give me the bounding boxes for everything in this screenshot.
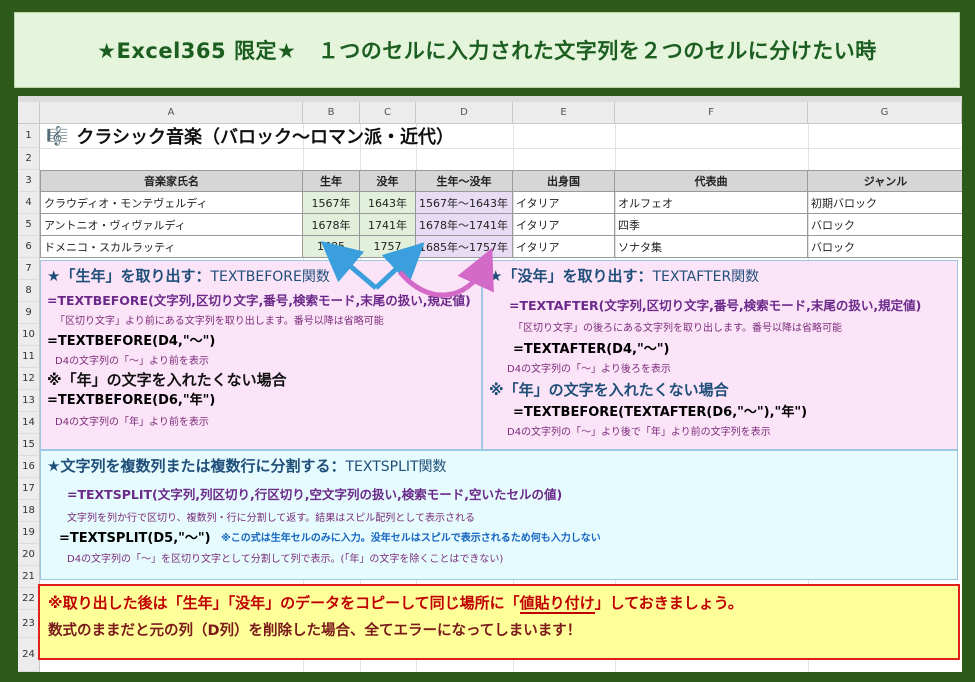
table-cell[interactable]: 1685年〜1757年: [416, 236, 513, 258]
row-header[interactable]: 17: [18, 478, 40, 500]
row-header[interactable]: 15: [18, 434, 40, 456]
textafter-formula-2: =TEXTBEFORE(TEXTAFTER(D6,"〜"),"年"): [513, 405, 808, 420]
row-header[interactable]: 10: [18, 324, 40, 346]
row-header[interactable]: 12: [18, 368, 40, 390]
select-all-corner[interactable]: [18, 102, 40, 124]
row-header[interactable]: 18: [18, 500, 40, 522]
column-header-c[interactable]: C: [360, 102, 416, 124]
textbefore-note: 「区切り文字」より前にある文字列を取り出します。番号以降は省略可能: [55, 316, 384, 327]
row-header[interactable]: 23: [18, 610, 40, 638]
sheet-title-text: クラシック音楽（バロック〜ロマン派・近代）: [76, 127, 455, 148]
header-cell-death[interactable]: 没年: [360, 170, 416, 192]
textbefore-formula-1: =TEXTBEFORE(D4,"〜"): [47, 334, 216, 349]
column-header-b[interactable]: B: [303, 102, 360, 124]
table-cell[interactable]: バロック: [808, 214, 962, 236]
textsplit-formula: =TEXTSPLIT(D5,"〜"): [59, 531, 211, 546]
textbefore-syntax: =TEXTBEFORE(文字列,区切り文字,番号,検索モード,末尾の扱い,規定値…: [47, 293, 471, 308]
header-cell-lifespan[interactable]: 生年〜没年: [416, 170, 513, 192]
textafter-heading: ★「没年」を取り出す：TEXTAFTER関数: [489, 267, 760, 285]
table-cell[interactable]: 1567年: [303, 192, 360, 214]
table-cell[interactable]: バロック: [808, 236, 962, 258]
table-cell[interactable]: クラウディオ・モンテヴェルディ: [40, 192, 303, 214]
table-cell[interactable]: 1678年〜1741年: [416, 214, 513, 236]
row-header[interactable]: 22: [18, 588, 40, 610]
table-cell[interactable]: 1643年: [360, 192, 416, 214]
table-cell[interactable]: 初期バロック: [808, 192, 962, 214]
column-header-f[interactable]: F: [615, 102, 808, 124]
warning-line-2: 数式のままだと元の列（D列）を削除した場合、全てエラーになってしまいます！: [48, 623, 582, 639]
textbefore-note-1: D4の文字列の「〜」より前を表示: [55, 356, 209, 367]
header-cell-genre[interactable]: ジャンル: [808, 170, 962, 192]
textsplit-syntax: =TEXTSPLIT(文字列,列区切り,行区切り,空文字列の扱い,検索モード,空…: [67, 487, 563, 502]
warning-box: ※取り出した後は「生年」「没年」のデータをコピーして同じ場所に「値貼り付け」して…: [38, 584, 960, 660]
row-header[interactable]: 8: [18, 280, 40, 302]
title-banner: ★Excel365 限定★ １つのセルに入力された文字列を２つのセルに分けたい時: [14, 12, 960, 88]
textafter-note: 「区切り文字」の後ろにある文字列を取り出します。番号以降は省略可能: [513, 323, 842, 334]
row-header[interactable]: 16: [18, 456, 40, 478]
textbefore-formula-2: =TEXTBEFORE(D6,"年"): [47, 393, 216, 408]
textafter-formula-1: =TEXTAFTER(D4,"〜"): [513, 342, 670, 357]
textsplit-heading: ★文字列を複数列または複数行に分割する：TEXTSPLIT関数: [47, 457, 447, 475]
textbefore-subheading: ※「年」の文字を入れたくない場合: [47, 371, 287, 389]
row-header[interactable]: 19: [18, 522, 40, 544]
header-cell-name[interactable]: 音楽家氏名: [40, 170, 303, 192]
table-cell[interactable]: 1685: [303, 236, 360, 258]
textafter-panel[interactable]: ★「没年」を取り出す：TEXTAFTER関数 =TEXTAFTER(文字列,区切…: [482, 260, 958, 450]
row-header[interactable]: 24: [18, 638, 40, 672]
warning-line-1: ※取り出した後は「生年」「没年」のデータをコピーして同じ場所に「値貼り付け」して…: [48, 594, 743, 614]
table-cell[interactable]: 四季: [615, 214, 808, 236]
table-cell[interactable]: 1567年〜1643年: [416, 192, 513, 214]
spreadsheet[interactable]: A B C D E F G 1 2 3 4 5 6 7 8 9 10 11 12…: [18, 96, 962, 672]
table-cell[interactable]: イタリア: [513, 214, 615, 236]
row-header[interactable]: 4: [18, 192, 40, 214]
textafter-subheading: ※「年」の文字を入れたくない場合: [489, 381, 729, 399]
table-cell[interactable]: イタリア: [513, 236, 615, 258]
textsplit-panel[interactable]: ★文字列を複数列または複数行に分割する：TEXTSPLIT関数 =TEXTSPL…: [40, 450, 958, 580]
column-header-d[interactable]: D: [416, 102, 513, 124]
row-header[interactable]: 20: [18, 544, 40, 566]
textafter-note-2: D4の文字列の「〜」より後で「年」より前の文字列を表示: [507, 427, 771, 438]
textsplit-formula-note: ※この式は生年セルのみに入力。没年セルはスピルで表示されるため何も入力しない: [221, 533, 601, 544]
header-cell-work[interactable]: 代表曲: [615, 170, 808, 192]
textafter-syntax: =TEXTAFTER(文字列,区切り文字,番号,検索モード,末尾の扱い,規定値): [509, 298, 922, 313]
table-cell[interactable]: 1741年: [360, 214, 416, 236]
table-cell[interactable]: ドメニコ・スカルラッティ: [40, 236, 303, 258]
table-cell[interactable]: アントニオ・ヴィヴァルディ: [40, 214, 303, 236]
music-clef-icon: 🎼: [46, 125, 69, 147]
banner-text: ★Excel365 限定★ １つのセルに入力された文字列を２つのセルに分けたい時: [97, 39, 877, 63]
row-header[interactable]: 1: [18, 124, 40, 148]
table-cell[interactable]: 1757: [360, 236, 416, 258]
column-header-g[interactable]: G: [808, 102, 962, 124]
table-cell[interactable]: 1678年: [303, 214, 360, 236]
textbefore-heading: ★「生年」を取り出す：TEXTBEFORE関数: [47, 267, 330, 285]
row-header[interactable]: 2: [18, 148, 40, 170]
row-header[interactable]: 6: [18, 236, 40, 258]
textbefore-panel[interactable]: ★「生年」を取り出す：TEXTBEFORE関数 =TEXTBEFORE(文字列,…: [40, 260, 482, 450]
table-cell[interactable]: オルフェオ: [615, 192, 808, 214]
row-header[interactable]: 11: [18, 346, 40, 368]
row-header[interactable]: 21: [18, 566, 40, 588]
row-header[interactable]: 7: [18, 258, 40, 280]
sheet-title: 🎼 クラシック音楽（バロック〜ロマン派・近代）: [46, 124, 455, 149]
textafter-note-1: D4の文字列の「〜」より後ろを表示: [507, 364, 671, 375]
header-cell-country[interactable]: 出身国: [513, 170, 615, 192]
table-cell[interactable]: ソナタ集: [615, 236, 808, 258]
paste-values-highlight: 値貼り付け: [519, 594, 595, 614]
row-header[interactable]: 5: [18, 214, 40, 236]
row-header[interactable]: 3: [18, 170, 40, 192]
table-cell[interactable]: イタリア: [513, 192, 615, 214]
column-header-e[interactable]: E: [513, 102, 615, 124]
column-header-a[interactable]: A: [40, 102, 303, 124]
header-cell-birth[interactable]: 生年: [303, 170, 360, 192]
row-header[interactable]: 14: [18, 412, 40, 434]
row-header[interactable]: 9: [18, 302, 40, 324]
textsplit-note: 文字列を列か行で区切り、複数列・行に分割して返す。結果はスピル配列として表示され…: [67, 513, 475, 524]
textsplit-note-2: D4の文字列の「〜」を区切り文字として分割して列で表示。(「年」の文字を除くこと…: [67, 554, 504, 565]
textbefore-note-2: D4の文字列の「年」より前を表示: [55, 417, 209, 428]
row-header[interactable]: 13: [18, 390, 40, 412]
